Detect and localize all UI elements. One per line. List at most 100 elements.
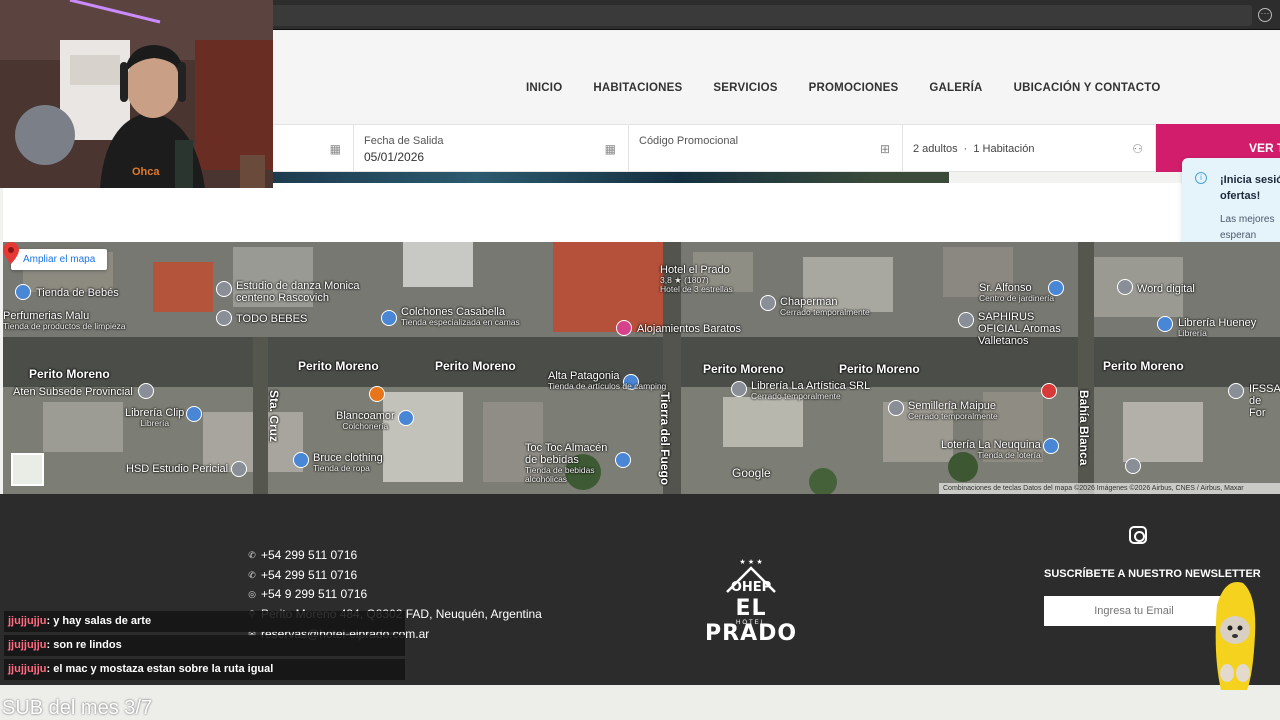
promo-label: Código Promocional — [639, 135, 739, 147]
map-poi-label[interactable]: Bruce clothing Tienda de ropa — [313, 452, 383, 473]
map-poi-icon[interactable] — [216, 281, 232, 297]
map-poi-label[interactable]: Alta Patagonia Tienda de artículos de cam… — [548, 370, 666, 391]
street-label: Perito Moreno — [29, 367, 110, 381]
map-poi-label[interactable]: Estudio de danza Monica centeno Rascovic… — [236, 280, 366, 304]
poi-name: Toc Toc Almacén de bebidas — [525, 442, 608, 466]
chat-user: jjujjujju — [8, 663, 47, 675]
map-poi-label[interactable]: Alojamientos Baratos — [637, 323, 741, 335]
nav-inicio[interactable]: INICIO — [526, 82, 562, 94]
phone-row[interactable]: ✆ +54 299 511 0716 — [247, 566, 542, 586]
map-poi-icon[interactable] — [1041, 383, 1057, 399]
nav-ubicacion-contacto[interactable]: UBICACIÓN Y CONTACTO — [1014, 82, 1161, 94]
chat-text: y hay salas de arte — [53, 615, 152, 627]
map-poi-icon[interactable] — [398, 410, 414, 426]
map-poi-label[interactable]: Sr. Alfonso Centro de jardinería — [979, 282, 1054, 303]
chat-message: jjujjujju: y hay salas de arte — [4, 611, 405, 632]
poi-sub: Cerrado temporalmente — [908, 411, 998, 421]
map-poi-label[interactable]: SAPHIRUS OFICIAL Aromas Valletanos — [978, 311, 1073, 347]
logo-sub: HOTEL — [735, 620, 766, 626]
map-attribution[interactable]: Combinaciones de teclas Datos del mapa ©… — [939, 483, 1280, 494]
map-poi-icon[interactable] — [138, 383, 154, 399]
map-poi-icon[interactable] — [1157, 316, 1173, 332]
checkout-field[interactable]: Fecha de Salida 05/01/2026 ▦ — [354, 125, 629, 173]
map-poi-icon[interactable] — [216, 310, 232, 326]
map-poi-label[interactable]: Toc Toc Almacén de bebidas Tienda de bebi… — [525, 442, 617, 484]
hotel-logo[interactable]: ★ ★ ★ OHEP EL PRADO HOTEL — [705, 556, 797, 646]
nav-promociones[interactable]: PROMOCIONES — [809, 82, 899, 94]
checkout-value: 05/01/2026 — [364, 150, 425, 164]
map-poi-label[interactable]: Perfumerias Malu Tienda de productos de l… — [3, 310, 126, 331]
content-spacer — [3, 183, 1280, 242]
map-poi-label[interactable]: Word digital — [1137, 283, 1195, 295]
street-label: Perito Moreno — [703, 362, 784, 376]
chat-message: jjujjujju: el mac y mostaza estan sobre … — [4, 659, 405, 680]
street-label: Perito Moreno — [435, 359, 516, 373]
map-poi-icon[interactable] — [888, 400, 904, 416]
checkout-label: Fecha de Salida — [364, 135, 444, 147]
map-type-thumbnail[interactable] — [11, 453, 44, 486]
map-poi-icon[interactable] — [760, 295, 776, 311]
map-poi-icon[interactable] — [293, 452, 309, 468]
enlarge-map-button[interactable]: Ampliar el mapa — [11, 249, 108, 270]
site-footer — [0, 494, 1280, 685]
map-poi-label[interactable]: Tienda de Bebés — [36, 287, 119, 299]
banana-cat-sticker — [1215, 581, 1256, 690]
checkin-field[interactable]: ▦ — [273, 125, 354, 173]
map-poi-label[interactable]: TODO BEBES — [236, 313, 307, 325]
chat-message: jjujjujju: son re lindos — [4, 635, 405, 656]
map-poi-label[interactable]: Blancoamor Colchonería — [336, 410, 395, 431]
map-poi-icon[interactable] — [958, 312, 974, 328]
map-poi-icon[interactable] — [1125, 458, 1141, 474]
guests-field[interactable]: 2 adultos · 1 Habitación ⚇ — [903, 125, 1156, 173]
map-poi-label[interactable]: Semillería Maipue Cerrado temporalmente — [908, 400, 998, 421]
hotel-map-label[interactable]: Hotel el Prado 3,8 ★ (1807) Hotel de 3 e… — [660, 264, 733, 294]
map-poi-label[interactable]: Aten Subsede Provincial — [13, 386, 133, 398]
map-poi-icon[interactable] — [731, 381, 747, 397]
map-poi-icon[interactable] — [381, 310, 397, 326]
browser-menu-icon[interactable]: ··· — [1258, 8, 1272, 22]
hotel-map-category: Hotel de 3 estrellas — [660, 284, 733, 294]
chat-text: el mac y mostaza estan sobre la ruta igu… — [53, 663, 274, 675]
toast-title-line2: ofertas! — [1220, 190, 1261, 202]
map-poi-icon[interactable] — [1048, 280, 1064, 296]
map-poi-icon[interactable] — [1228, 383, 1244, 399]
whatsapp-row[interactable]: ◎ +54 9 299 511 0716 — [247, 585, 542, 605]
map-poi-label[interactable]: HSD Estudio Pericial — [126, 463, 228, 475]
map-poi-label[interactable]: Librería La Artística SRL Cerrado tempora… — [751, 380, 870, 401]
nav-habitaciones[interactable]: HABITACIONES — [593, 82, 682, 94]
map-poi-label[interactable]: Lotería La Neuquina Tienda de lotería — [941, 439, 1041, 460]
logo-emblem-icon: ★ ★ ★ OHEP — [726, 558, 776, 595]
street-label: Tierra del Fuego — [658, 392, 672, 486]
sub-goal-text: SUB del mes 3/7 — [2, 697, 153, 719]
map-poi-icon[interactable] — [616, 320, 632, 336]
google-map[interactable]: Ampliar el mapa Hotel el Prado 3,8 ★ (18… — [3, 242, 1280, 494]
phone-row[interactable]: ✆ +54 299 511 0716 — [247, 546, 542, 566]
instagram-icon[interactable] — [1129, 526, 1147, 544]
map-poi-label[interactable]: Librería Hueney Librería — [1178, 317, 1256, 338]
promo-code-field[interactable]: Código Promocional ⊞ — [629, 125, 903, 173]
poi-sub: Tienda de bebidas alcohólicas — [525, 465, 595, 484]
map-poi-label[interactable]: Colchones Casabella Tienda especializada … — [401, 306, 520, 327]
map-poi-icon[interactable] — [231, 461, 247, 477]
map-poi-icon[interactable] — [186, 406, 202, 422]
nav-galeria[interactable]: GALERÍA — [929, 82, 982, 94]
map-poi-icon[interactable] — [369, 386, 385, 402]
phone-1: +54 299 511 0716 — [261, 548, 358, 562]
poi-sub: Librería — [1178, 328, 1207, 338]
poi-sub: Cerrado temporalmente — [780, 307, 870, 317]
google-logo: Google — [732, 466, 771, 480]
map-poi-icon[interactable] — [15, 284, 31, 300]
nav-servicios[interactable]: SERVICIOS — [713, 82, 777, 94]
newsletter-email-input[interactable] — [1044, 596, 1224, 626]
map-poi-icon[interactable] — [1043, 438, 1059, 454]
map-poi-label[interactable]: IFSSA de For — [1249, 383, 1280, 419]
map-poi-label[interactable]: Librería Clip Librería — [125, 407, 184, 428]
gift-icon: ⊞ — [879, 142, 890, 156]
map-poi-icon[interactable] — [1117, 279, 1133, 295]
poi-sub: Tienda de artículos de camping — [548, 381, 667, 391]
map-poi-icon[interactable] — [615, 452, 631, 468]
hotel-location-pin-icon[interactable] — [3, 242, 19, 264]
phone-2: +54 299 511 0716 — [261, 567, 358, 582]
poi-sub: Tienda de lotería — [977, 450, 1041, 460]
map-poi-label[interactable]: Chaperman Cerrado temporalmente — [780, 296, 870, 317]
